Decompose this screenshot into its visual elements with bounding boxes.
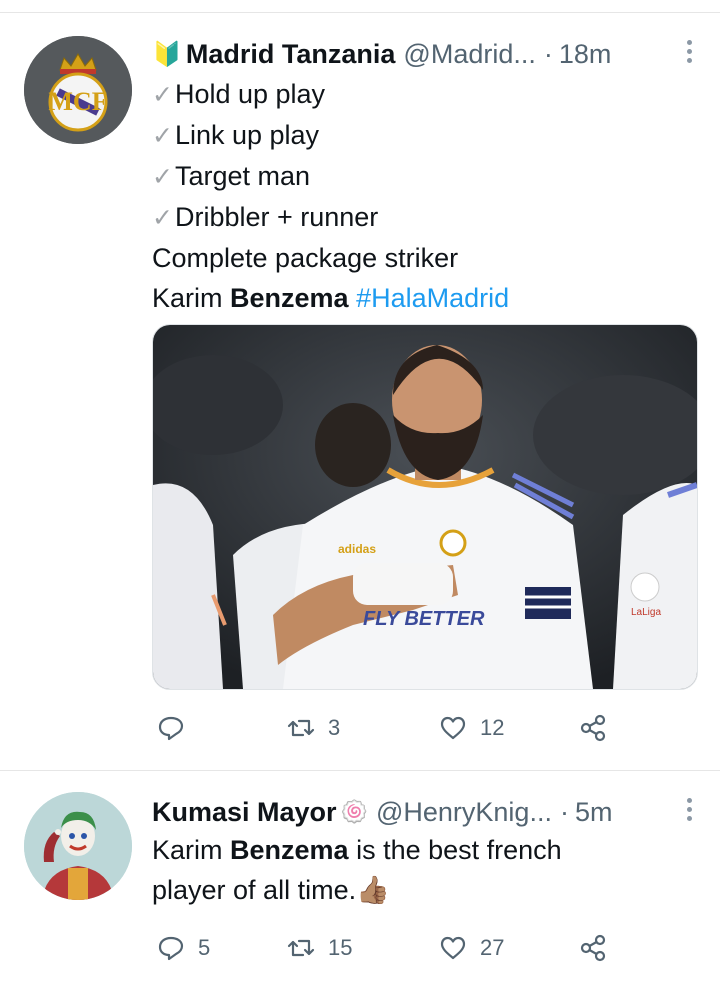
check-line: ✓Target man (152, 161, 311, 191)
reply-icon (158, 716, 184, 741)
timestamp[interactable]: 5m (575, 797, 613, 828)
text-line: player of all time.👍🏽 (152, 875, 390, 905)
separator-dot: · (543, 38, 553, 69)
like-button[interactable]: 27 (438, 928, 504, 968)
separator-dot: · (559, 796, 569, 827)
user-handle[interactable]: @HenryKnig... (376, 797, 552, 828)
tweet-photo[interactable]: LaLiga adidas FLY BETTER (152, 324, 698, 690)
tweet-madrid-tanzania[interactable]: MCF 🔰 Madrid Tanzania @Madrid... · 18m ✓… (0, 14, 720, 769)
avatar[interactable] (24, 792, 132, 900)
check-mark-icon: ✓ (152, 163, 173, 191)
svg-text:MCF: MCF (48, 87, 107, 116)
like-count: 27 (480, 935, 505, 960)
svg-text:LaLiga: LaLiga (631, 607, 661, 618)
name-emoji: 🔰 (152, 40, 182, 68)
like-count: 12 (480, 715, 505, 740)
share-icon (580, 714, 606, 742)
name-emoji: 🍥 (340, 799, 368, 824)
player-photo: LaLiga adidas FLY BETTER (153, 325, 697, 689)
svg-text:adidas: adidas (338, 542, 376, 556)
avatar[interactable]: MCF (24, 36, 132, 144)
share-button[interactable] (578, 928, 608, 968)
real-madrid-crest-icon: MCF (24, 36, 132, 144)
check-line: ✓Dribbler + runner (152, 202, 379, 232)
tweet-kumasi-mayor[interactable]: Kumasi Mayor 🍥 @HenryKnig... · 5m Karim … (0, 772, 720, 983)
retweet-count: 15 (328, 935, 353, 960)
reply-button[interactable]: 5 (156, 928, 210, 968)
tweet-text: Karim Benzema is the best french player … (152, 830, 562, 910)
reply-button[interactable] (156, 708, 198, 748)
timestamp[interactable]: 18m (559, 39, 612, 70)
tweet-divider (0, 770, 720, 771)
retweet-button[interactable]: 15 (286, 928, 352, 968)
like-icon (440, 716, 466, 740)
joker-avatar-icon (24, 792, 132, 900)
more-icon[interactable] (682, 796, 696, 826)
text-line: Karim Benzema is the best french (152, 835, 562, 865)
thumbs-up-emoji: 👍🏽 (356, 875, 390, 905)
text-line: Complete package striker (152, 243, 459, 273)
tweet-header: Kumasi Mayor 🍥 @HenryKnig... · 5m (152, 792, 696, 832)
retweet-icon (287, 719, 315, 737)
check-mark-icon: ✓ (152, 81, 173, 109)
user-handle[interactable]: @Madrid... (403, 39, 535, 70)
tweet-actions: 5 15 27 (152, 928, 622, 968)
check-line: ✓Link up play (152, 120, 320, 150)
reply-count: 5 (198, 935, 211, 960)
retweet-icon (287, 939, 315, 957)
retweet-button[interactable]: 3 (286, 708, 340, 748)
share-button[interactable] (578, 708, 608, 748)
top-divider (0, 12, 720, 13)
share-icon (580, 934, 606, 962)
tweet-actions: 3 12 (152, 708, 622, 748)
text-line: Karim Benzema #HalaMadrid (152, 283, 510, 313)
tweet-text: ✓Hold up play ✓Link up play ✓Target man … (152, 74, 509, 318)
check-mark-icon: ✓ (152, 122, 173, 150)
more-icon[interactable] (682, 38, 696, 68)
tweet-header: 🔰 Madrid Tanzania @Madrid... · 18m (152, 34, 696, 74)
check-mark-icon: ✓ (152, 204, 173, 232)
svg-text:FLY BETTER: FLY BETTER (363, 608, 485, 630)
retweet-count: 3 (328, 715, 341, 740)
reply-icon (158, 936, 184, 961)
display-name[interactable]: Kumasi Mayor (152, 797, 337, 828)
check-line: ✓Hold up play (152, 79, 326, 109)
like-icon (440, 936, 466, 960)
like-button[interactable]: 12 (438, 708, 504, 748)
hashtag-link[interactable]: #HalaMadrid (356, 283, 509, 313)
display-name[interactable]: Madrid Tanzania (186, 39, 396, 70)
